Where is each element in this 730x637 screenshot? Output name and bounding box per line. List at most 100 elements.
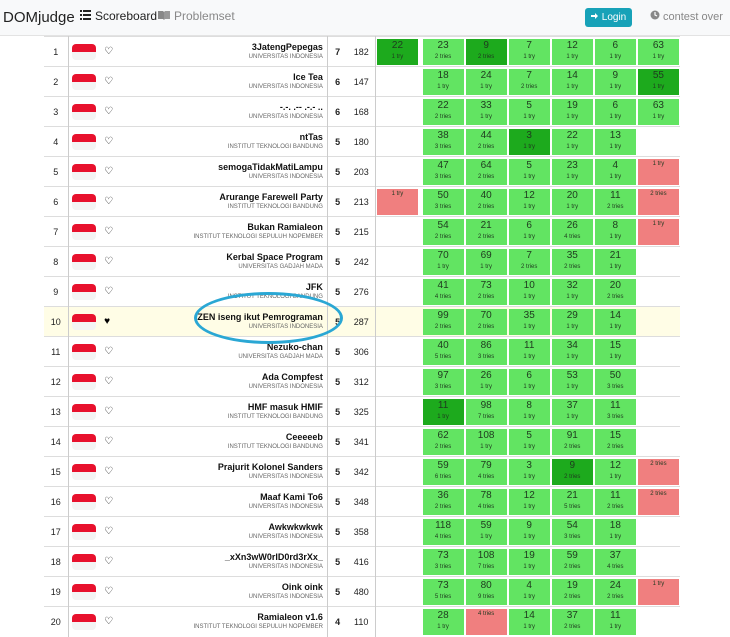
problem-result[interactable]: 40 2 tries [465,188,507,215]
problem-result[interactable]: 12 1 try [551,38,593,65]
problem-result[interactable] [377,519,418,545]
problem-result[interactable] [377,99,418,125]
problem-cell[interactable]: 24 2 tries [593,576,637,607]
problem-result[interactable] [638,309,679,335]
problem-result[interactable]: 36 2 tries [422,488,464,515]
problem-cell[interactable]: 7 2 tries [507,66,551,97]
problem-cell[interactable]: 11 2 tries [593,486,637,517]
favorite-toggle[interactable]: ♡ [104,36,119,67]
problem-result[interactable]: 4 1 try [508,578,550,605]
favorite-toggle[interactable]: ♡ [104,516,119,547]
problem-result[interactable]: 73 3 tries [422,548,464,575]
problem-result[interactable] [377,459,418,485]
problem-result[interactable]: 37 2 tries [551,608,593,635]
problem-cell[interactable]: 11 2 tries [593,186,637,217]
problem-result[interactable]: 1 try [637,218,679,245]
team-cell[interactable]: Oink oink UNIVERSITAS INDONESIA [118,576,328,607]
problem-result[interactable]: 1 try [376,188,418,215]
problem-cell[interactable]: 54 3 tries [550,516,594,547]
problem-result[interactable]: 63 1 try [637,38,679,65]
problem-cell[interactable]: 108 1 try [464,426,508,457]
problem-result[interactable]: 6 1 try [508,218,550,245]
problem-result[interactable] [377,159,418,185]
brand-logo[interactable]: DOMjudge [3,9,75,26]
problem-result[interactable]: 15 1 try [594,338,636,365]
team-row[interactable]: 4 ♡ ntTas INSTITUT TEKNOLOGI BANDUNG 5 180 38 3… [44,126,680,157]
team-name[interactable]: Awkwkwkwk [118,522,323,533]
problem-cell[interactable]: 10 1 try [507,276,551,307]
problem-result[interactable]: 99 2 tries [422,308,464,335]
problem-result[interactable] [377,609,418,635]
problem-cell[interactable]: 54 2 tries [421,216,465,247]
problem-cell[interactable]: 11 1 try [593,606,637,637]
problem-result[interactable]: 78 4 tries [465,488,507,515]
problem-result[interactable] [377,489,418,515]
problem-result[interactable]: 11 3 tries [594,398,636,425]
problem-cell[interactable] [375,246,419,277]
problem-cell[interactable] [636,336,680,367]
problem-cell[interactable]: 70 1 try [421,246,465,277]
problem-result[interactable]: 69 1 try [465,248,507,275]
problem-cell[interactable]: 23 1 try [550,156,594,187]
problem-cell[interactable] [636,366,680,397]
team-cell[interactable]: Kerbal Space Program UNIVERSITAS GADJAH M… [118,246,328,277]
problem-result[interactable]: 26 1 try [465,368,507,395]
heart-icon[interactable]: ♡ [104,556,113,567]
problem-result[interactable]: 6 1 try [508,368,550,395]
problem-cell[interactable]: 6 1 try [507,216,551,247]
heart-icon[interactable]: ♡ [104,76,113,87]
team-cell[interactable]: -.-. .-- .-.- .. UNIVERSITAS INDONESIA [118,96,328,127]
problem-cell[interactable]: 55 1 try [636,66,680,97]
problem-result[interactable] [377,399,418,425]
problem-cell[interactable]: 4 tries [464,606,508,637]
favorite-toggle[interactable]: ♡ [104,246,119,277]
problem-cell[interactable]: 12 1 try [593,456,637,487]
problem-result[interactable]: 19 2 tries [551,578,593,605]
team-name[interactable]: Bukan Ramialeon [118,222,323,233]
problem-cell[interactable]: 5 1 try [507,426,551,457]
team-row[interactable]: 5 ♡ semogaTidakMatiLampu UNIVERSITAS INDONE… [44,156,680,187]
problem-cell[interactable] [636,246,680,277]
problem-cell[interactable]: 37 1 try [550,396,594,427]
problem-cell[interactable]: 7 1 try [507,36,551,67]
team-row[interactable]: 19 ♡ Oink oink UNIVERSITAS INDONESIA 5 480 73 5… [44,576,680,607]
problem-result[interactable]: 35 2 tries [551,248,593,275]
problem-result[interactable]: 64 2 tries [465,158,507,185]
favorite-toggle[interactable]: ♡ [104,156,119,187]
problem-result[interactable]: 91 2 tries [551,428,593,455]
problem-cell[interactable]: 5 1 try [507,96,551,127]
problem-result[interactable]: 37 4 tries [594,548,636,575]
problem-result[interactable] [377,279,418,305]
problem-result[interactable]: 47 3 tries [422,158,464,185]
team-row[interactable]: 13 ♡ HMF masuk HMIF INSTITUT TEKNOLOGI BAND… [44,396,680,427]
problem-result[interactable] [377,219,418,245]
problem-cell[interactable]: 12 1 try [507,186,551,217]
problem-result[interactable]: 5 1 try [508,158,550,185]
problem-result[interactable]: 24 1 try [465,68,507,95]
problem-result[interactable] [638,279,679,305]
problem-result[interactable] [377,129,418,155]
problem-cell[interactable] [375,96,419,127]
problem-result[interactable] [377,309,418,335]
problem-cell[interactable]: 29 1 try [550,306,594,337]
problem-result[interactable]: 6 1 try [594,98,636,125]
heart-icon[interactable]: ♡ [104,376,113,387]
problem-cell[interactable]: 37 4 tries [593,546,637,577]
problem-result[interactable] [638,429,679,455]
problem-result[interactable]: 24 2 tries [594,578,636,605]
problem-cell[interactable]: 118 4 tries [421,516,465,547]
team-name[interactable]: _xXn3wW0rlD0rd3rXx_ [118,552,323,563]
problem-cell[interactable]: 2 tries [636,486,680,517]
problem-result[interactable]: 11 1 try [594,608,636,635]
team-row[interactable]: 14 ♡ Ceeeeeb INSTITUT TEKNOLOGI BANDUNG 5 341… [44,426,680,457]
team-cell[interactable]: Ceeeeeb INSTITUT TEKNOLOGI BANDUNG [118,426,328,457]
problem-cell[interactable]: 1 try [375,186,419,217]
problem-result[interactable]: 22 1 try [551,128,593,155]
problem-result[interactable] [638,339,679,365]
team-name[interactable]: HMF masuk HMIF [118,402,323,413]
problem-cell[interactable]: 8 1 try [507,396,551,427]
problem-cell[interactable]: 50 3 tries [593,366,637,397]
problem-cell[interactable] [375,156,419,187]
problem-cell[interactable]: 40 5 tries [421,336,465,367]
problem-cell[interactable]: 59 1 try [464,516,508,547]
